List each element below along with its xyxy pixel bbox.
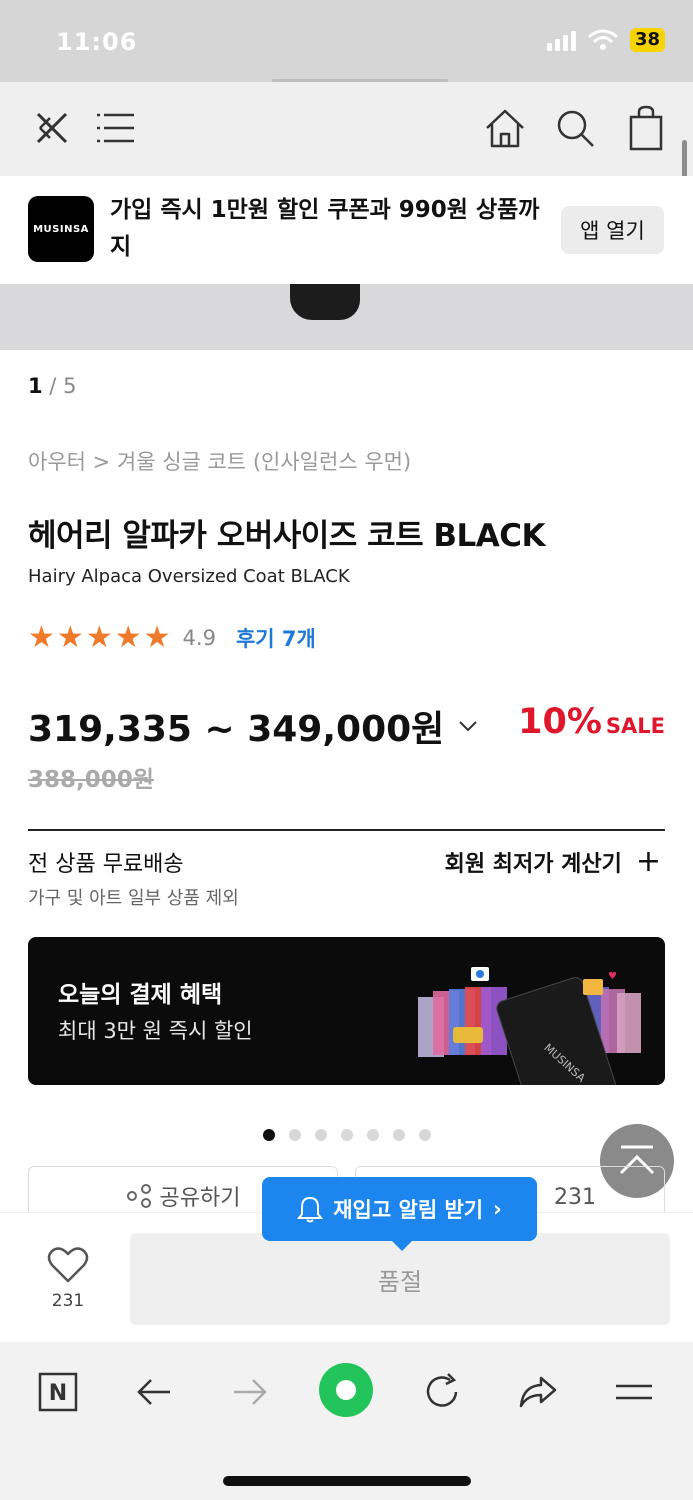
star-icon: ★ [114, 620, 142, 655]
musinsa-logo: MUSINSA [28, 196, 94, 262]
star-icon: ★ [56, 620, 84, 655]
original-price: 388,000원 [28, 767, 154, 793]
carousel-dot[interactable] [263, 1129, 275, 1141]
back-arrow-icon[interactable] [130, 1368, 178, 1416]
menu-icon[interactable] [610, 1368, 658, 1416]
carousel-dot[interactable] [341, 1129, 353, 1141]
home-indicator [223, 1476, 471, 1486]
heart-icon [47, 1247, 89, 1283]
price-range[interactable]: 319,335 ~ 349,000원 [28, 700, 480, 752]
rating-row: ★ ★ ★ ★ ★ 4.9 후기 7개 [28, 620, 316, 656]
banner-message: 가입 즉시 1만원 할인 쿠폰과 990원 상품까지 [110, 197, 540, 260]
cellular-signal-icon [546, 29, 576, 51]
payment-benefit-banner[interactable]: 오늘의 결제 혜택 최대 3만 원 즉시 할인 MUSINSA ♥ [28, 937, 665, 1085]
close-x-icon[interactable] [28, 104, 76, 152]
reload-icon[interactable] [418, 1368, 466, 1416]
product-photo-boot [290, 284, 360, 320]
shipping-exception: 가구 및 아트 일부 상품 제외 [28, 888, 239, 909]
carousel-dot[interactable] [289, 1129, 301, 1141]
plus-icon: + [635, 844, 661, 879]
chevron-down-icon [459, 721, 478, 732]
product-title: 헤어리 알파카 오버사이즈 코트 BLACK [28, 518, 546, 554]
carousel-dots [263, 1129, 431, 1141]
restock-label: 재입고 알림 받기 [333, 1198, 484, 1222]
discount-percent: 10% [518, 702, 602, 742]
pager-total: 5 [63, 374, 77, 398]
star-icon: ★ [28, 620, 55, 655]
app-install-banner: MUSINSA 가입 즉시 1만원 할인 쿠폰과 990원 상품까지 앱 열기 [0, 176, 693, 284]
share-arrow-icon[interactable] [514, 1368, 562, 1416]
carousel-dot[interactable] [419, 1129, 431, 1141]
price-text: 319,335 ~ 349,000원 [28, 709, 445, 750]
calculator-label: 회원 최저가 계산기 [444, 852, 622, 877]
search-icon[interactable] [551, 104, 599, 152]
breadcrumb[interactable]: 아우터 > 겨울 싱글 코트 (인사일런스 우먼) [28, 446, 411, 476]
pager-current: 1 [28, 374, 43, 398]
shipping-label: 전 상품 무료배송 [28, 852, 184, 877]
star-icon: ★ [85, 620, 113, 655]
member-price-calculator[interactable]: 회원 최저가 계산기 + [445, 846, 661, 878]
top-navigation [0, 82, 693, 176]
battery-indicator: 38 [629, 28, 665, 52]
wish-count: 231 [51, 1291, 85, 1311]
home-icon[interactable] [481, 104, 529, 152]
carousel-dot[interactable] [393, 1129, 405, 1141]
hamburger-icon[interactable] [92, 104, 140, 152]
svg-text:♥: ♥ [608, 971, 617, 982]
star-icon: ★ [143, 620, 171, 655]
carousel-dot[interactable] [315, 1129, 327, 1141]
svg-text:N: N [49, 1381, 67, 1406]
status-time: 11:06 [56, 28, 138, 56]
review-count-link[interactable]: 후기 7개 [236, 623, 316, 653]
browser-toolbar: N [0, 1342, 693, 1500]
wifi-icon [588, 29, 618, 50]
share-label: 공유하기 [159, 1186, 241, 1211]
share-icon [126, 1184, 151, 1208]
image-pager: 1 / 5 [28, 374, 76, 398]
forward-arrow-icon[interactable] [226, 1368, 274, 1416]
carousel-dot[interactable] [367, 1129, 379, 1141]
product-image[interactable] [0, 284, 693, 350]
bell-icon [297, 1196, 324, 1223]
naver-icon[interactable]: N [34, 1368, 82, 1416]
chevron-right-icon: › [493, 1197, 502, 1221]
section-divider [28, 829, 665, 831]
like-count: 231 [554, 1185, 596, 1210]
discount-badge: 10% SALE [518, 702, 665, 742]
discount-sale-label: SALE [605, 714, 665, 738]
status-bar: 11:06 38 [0, 0, 693, 82]
product-title-english: Hairy Alpaca Oversized Coat BLACK [28, 566, 350, 587]
credit-cards-illustration: MUSINSA ♥ [418, 967, 641, 1085]
shopping-bag-icon[interactable] [622, 104, 670, 152]
rating-value: 4.9 [182, 626, 216, 650]
benefit-title: 오늘의 결제 혜택 [58, 982, 223, 1008]
pager-separator: / [42, 374, 64, 398]
wishlist-button[interactable]: 231 [40, 1245, 96, 1311]
status-indicators: 38 [546, 28, 665, 52]
green-dot-icon[interactable] [318, 1362, 374, 1418]
benefit-subtitle: 최대 3만 원 즉시 할인 [58, 1019, 253, 1043]
restock-alert-button[interactable]: 재입고 알림 받기 › [262, 1177, 537, 1251]
open-app-button[interactable]: 앱 열기 [561, 206, 664, 254]
